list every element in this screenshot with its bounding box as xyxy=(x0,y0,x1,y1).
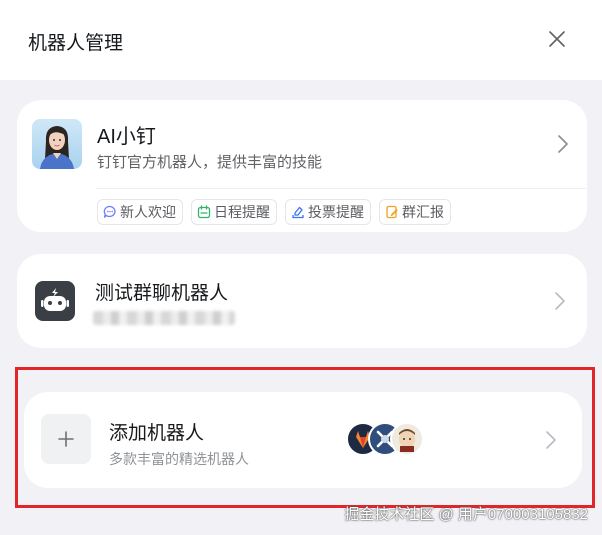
chevron-right-icon[interactable] xyxy=(553,290,567,312)
ai-bot-card[interactable]: AI小钉 钉钉官方机器人，提供丰富的技能 新人欢迎 日程提醒 投票提醒 群汇报 xyxy=(17,100,587,232)
tag-schedule-reminder[interactable]: 日程提醒 xyxy=(191,199,277,225)
skill-tags: 新人欢迎 日程提醒 投票提醒 群汇报 xyxy=(97,199,451,225)
featured-bot-avatars xyxy=(346,422,426,458)
test-bot-name: 测试群聊机器人 xyxy=(95,283,229,304)
add-bot-description: 多款丰富的精选机器人 xyxy=(109,451,249,467)
dialog-header: 机器人管理 xyxy=(0,0,602,80)
butler-icon xyxy=(390,422,424,456)
ai-bot-avatar xyxy=(32,119,82,169)
plus-icon xyxy=(58,431,74,447)
tag-label: 日程提醒 xyxy=(214,204,270,220)
tag-label: 投票提醒 xyxy=(308,204,364,220)
close-icon[interactable] xyxy=(546,28,568,50)
robot-icon xyxy=(35,281,75,321)
chevron-right-icon[interactable] xyxy=(544,429,558,451)
vote-icon xyxy=(292,206,304,219)
calendar-icon xyxy=(197,205,211,219)
add-bot-card[interactable]: 添加机器人 多款丰富的精选机器人 xyxy=(24,392,582,488)
watermark: 掘金技术社区 @ 用户070003105832 xyxy=(344,506,588,523)
tag-new-member-welcome[interactable]: 新人欢迎 xyxy=(97,199,183,225)
ai-bot-description: 钉钉官方机器人，提供丰富的技能 xyxy=(97,154,323,171)
dialog-title: 机器人管理 xyxy=(28,33,124,54)
redacted-bot-id xyxy=(93,311,235,325)
ai-bot-name: AI小钉 xyxy=(97,126,156,148)
test-bot-card[interactable]: 测试群聊机器人 xyxy=(17,254,587,348)
tag-vote-reminder[interactable]: 投票提醒 xyxy=(285,199,371,225)
tag-label: 群汇报 xyxy=(402,204,444,220)
divider xyxy=(96,188,586,189)
tag-label: 新人欢迎 xyxy=(120,204,176,220)
report-icon xyxy=(386,205,398,219)
chevron-right-icon[interactable] xyxy=(556,133,570,155)
add-icon-box[interactable] xyxy=(41,414,91,464)
tag-group-report[interactable]: 群汇报 xyxy=(379,199,451,225)
add-bot-title: 添加机器人 xyxy=(109,423,205,444)
chat-bubble-icon xyxy=(103,205,116,218)
